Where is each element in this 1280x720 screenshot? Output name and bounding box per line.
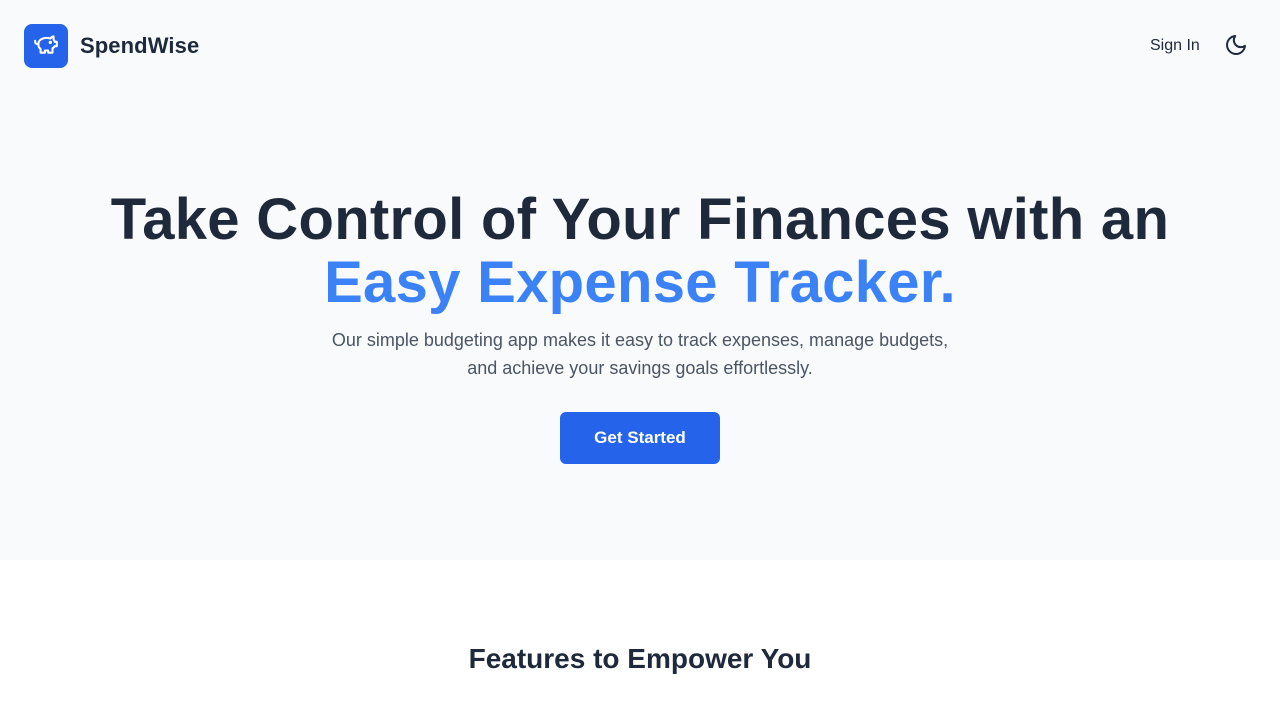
moon-icon — [1224, 33, 1248, 60]
hero-section: SpendWise Sign In Take Control of Your F… — [0, 0, 1280, 560]
piggy-bank-icon — [33, 31, 59, 62]
brand-name: SpendWise — [80, 33, 200, 58]
hero-title-line1: Take Control of Your Finances with an — [110, 187, 1170, 252]
features-heading: Features to Empower You — [468, 643, 812, 674]
theme-toggle-button[interactable] — [1222, 32, 1250, 60]
hero-title: Take Control of Your Finances with an Ea… — [0, 188, 1280, 314]
logo[interactable] — [24, 24, 68, 68]
site-header: SpendWise Sign In — [0, 0, 1280, 94]
hero-subtitle: Our simple budgeting app makes it easy t… — [331, 330, 949, 378]
hero-title-highlight: Easy Expense Tracker. — [324, 250, 956, 315]
sign-in-link[interactable]: Sign In — [1150, 37, 1200, 55]
get-started-button[interactable]: Get Started — [560, 412, 720, 464]
